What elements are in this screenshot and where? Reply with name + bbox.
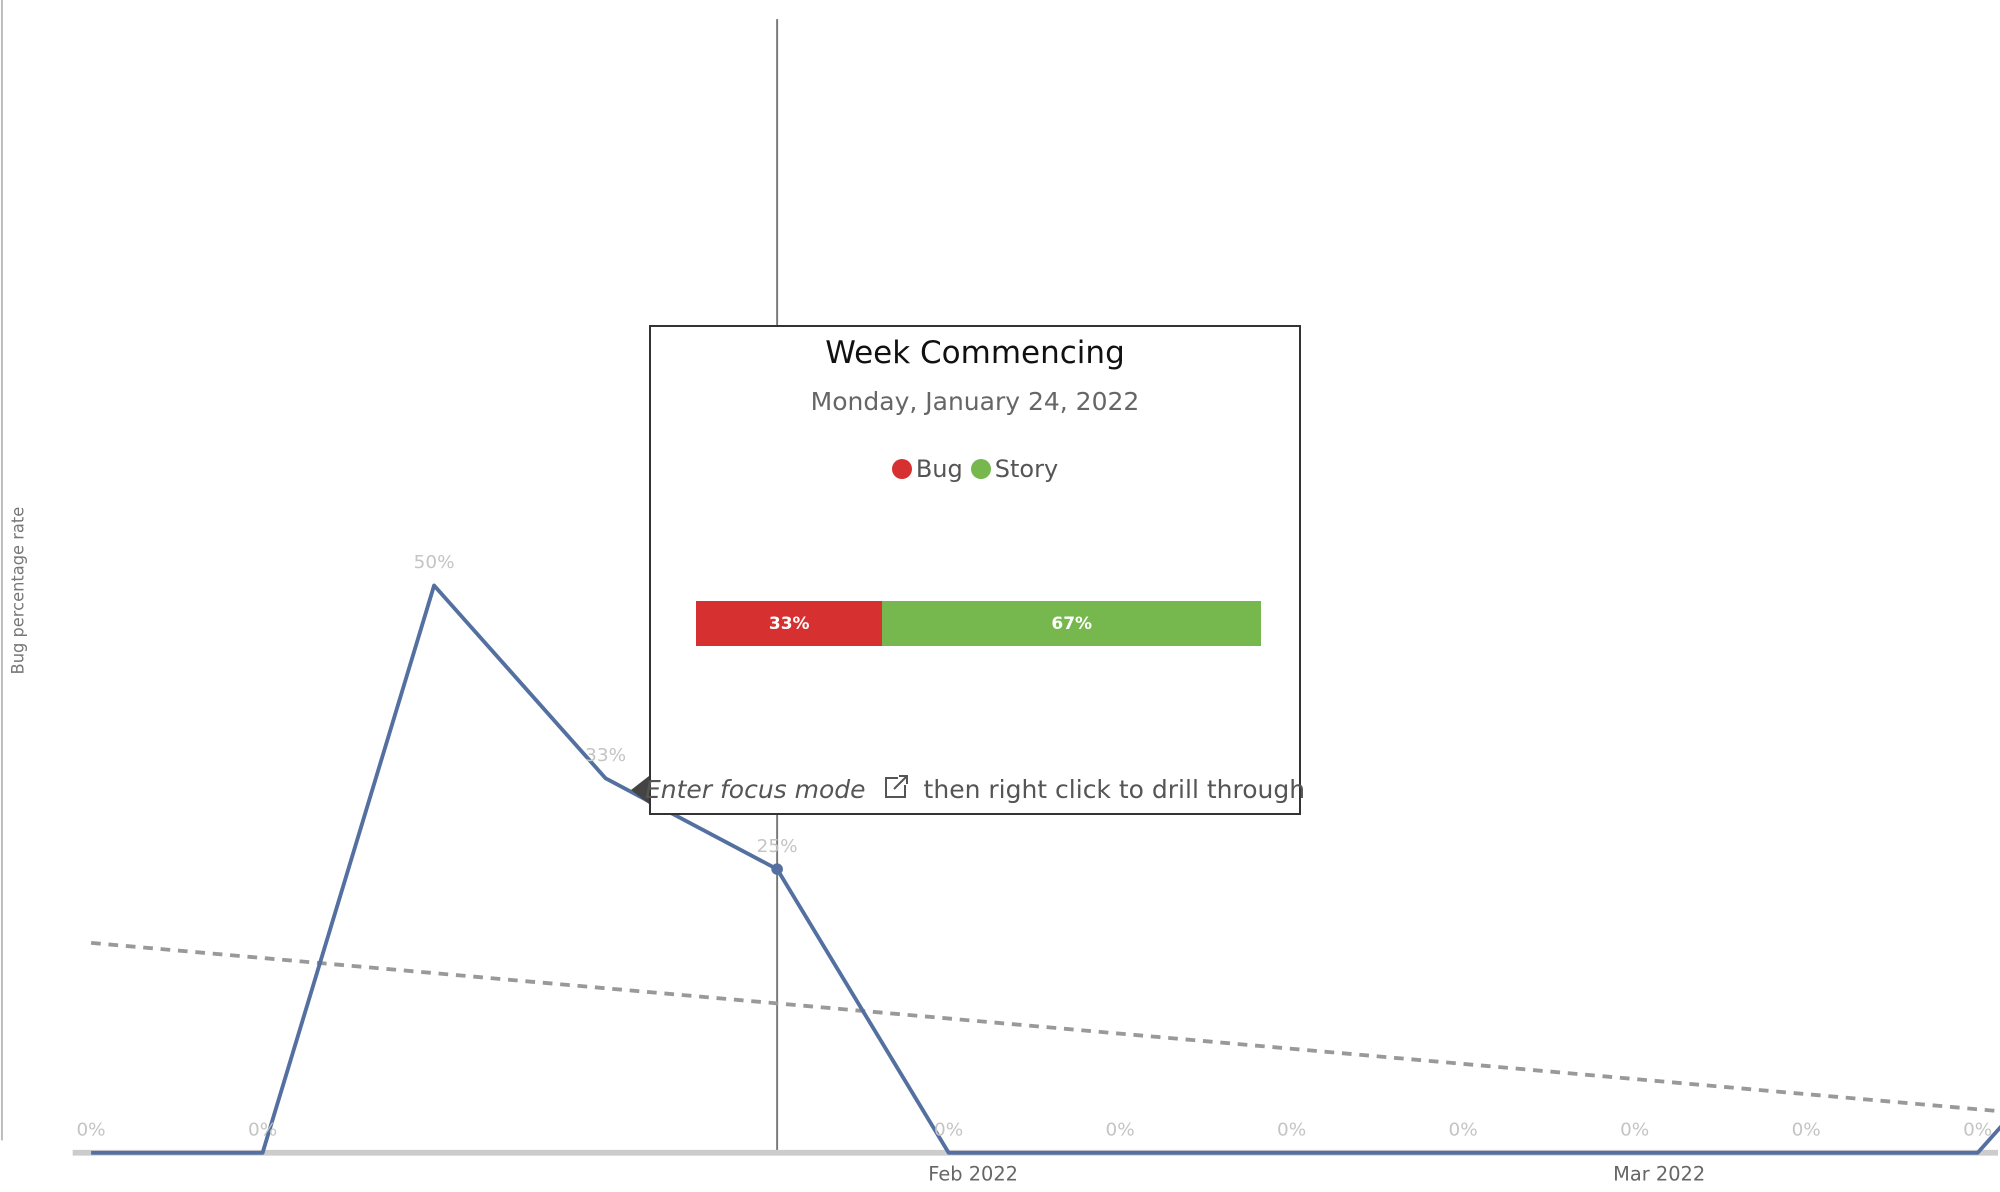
legend-label-bug: Bug (915, 455, 963, 483)
data-label: 0% (1106, 1120, 1135, 1141)
x-tick-label: Feb 2022 (928, 1163, 1018, 1186)
tooltip-footer: Enter focus mode then right click to dri… (645, 773, 1305, 805)
data-label: 25% (757, 836, 798, 857)
stacked-bar[interactable]: 33% 67% (696, 601, 1261, 646)
data-label: 50% (414, 552, 455, 573)
data-label: 0% (1620, 1120, 1649, 1141)
data-label: 0% (76, 1120, 105, 1141)
legend-dot-story (970, 459, 991, 479)
tooltip-legend: Bug Story (651, 455, 1299, 483)
hover-point (771, 863, 783, 875)
tooltip-date: Monday, January 24, 2022 (810, 387, 1140, 416)
tooltip-card: Week Commencing Monday, January 24, 2022… (645, 325, 1305, 815)
legend-dot-bug (891, 459, 912, 479)
data-label: 0% (1792, 1120, 1821, 1141)
data-label: 0% (1963, 1120, 1992, 1141)
data-label: 33% (585, 745, 626, 766)
bar-segment-bug[interactable]: 33% (696, 601, 883, 646)
data-label: 0% (248, 1120, 277, 1141)
x-tick-label: Mar 2022 (1613, 1163, 1705, 1186)
legend-label-story: Story (994, 455, 1059, 483)
y-axis-label: Bug percentage rate (8, 507, 27, 675)
drill-through-text: then right click to drill through (923, 774, 1306, 804)
legend-item-story: Story (970, 455, 1059, 483)
bar-segment-story[interactable]: 67% (882, 601, 1261, 646)
focus-mode-icon[interactable] (884, 773, 910, 805)
data-label: 0% (934, 1120, 963, 1141)
trend-line (90, 940, 2000, 1114)
data-label: 0% (1277, 1120, 1306, 1141)
tooltip-title: Week Commencing (825, 335, 1125, 371)
legend-item-bug: Bug (891, 455, 963, 483)
data-label: 0% (1449, 1120, 1478, 1141)
focus-mode-text: Enter focus mode (644, 774, 866, 804)
